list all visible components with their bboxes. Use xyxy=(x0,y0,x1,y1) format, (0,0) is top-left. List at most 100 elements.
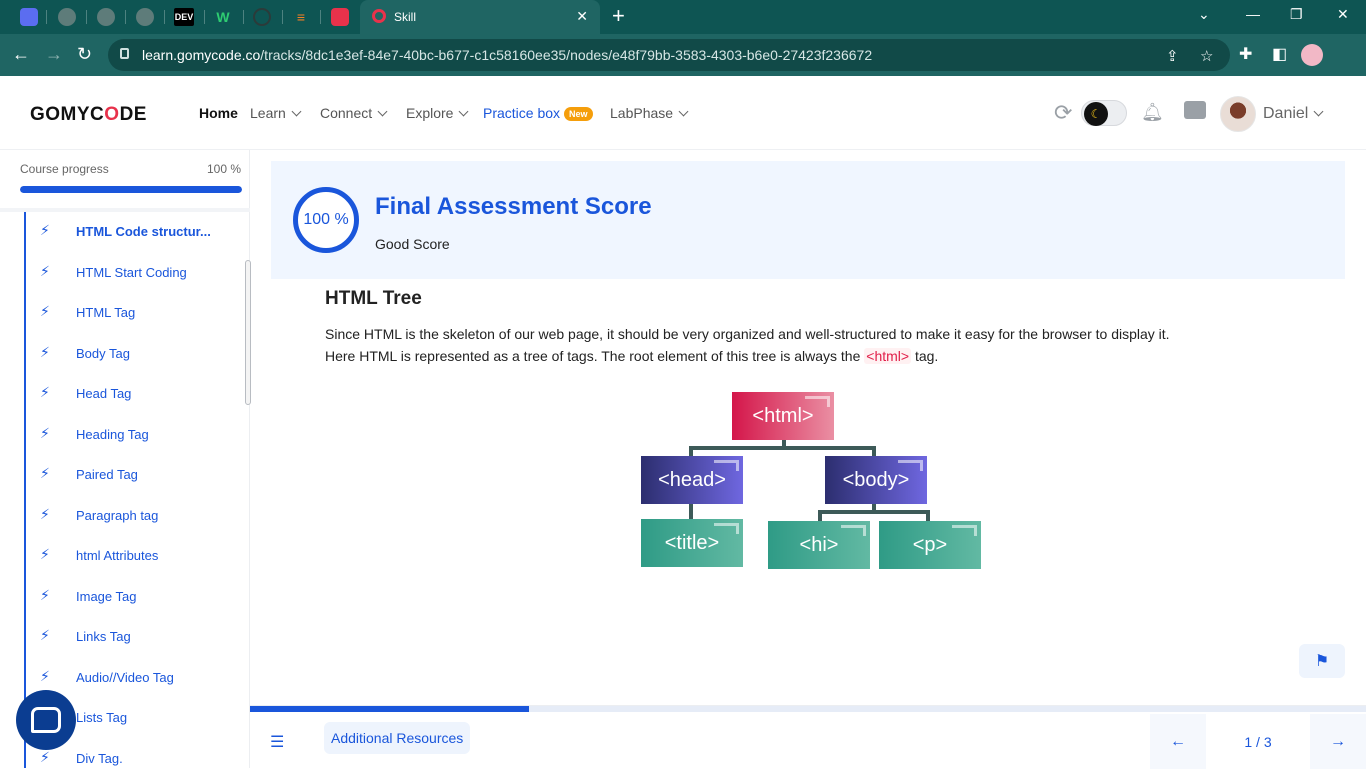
lightning-icon: ⚡︎ xyxy=(40,384,50,400)
tree-connector xyxy=(689,446,693,456)
side-panel-icon[interactable]: ◧ xyxy=(1272,44,1287,64)
lesson-item[interactable]: ⚡︎ html Attributes xyxy=(26,536,241,576)
score-subtitle: Good Score xyxy=(375,236,450,252)
course-progress-value: 100 % xyxy=(206,162,241,176)
dark-mode-toggle[interactable]: ☾ xyxy=(1081,100,1127,126)
restore-icon[interactable]: ❐ xyxy=(1290,6,1303,23)
course-progress-bar xyxy=(20,186,242,193)
previous-button[interactable]: ← xyxy=(1150,714,1206,769)
moon-icon: ☾ xyxy=(1084,102,1108,126)
lesson-item[interactable]: ⚡︎ Heading Tag xyxy=(26,415,241,455)
slide-progress-fill xyxy=(250,706,529,712)
nav-practice-box[interactable]: Practice box New xyxy=(483,105,593,122)
lightning-icon: ⚡︎ xyxy=(40,627,50,643)
dev-favicon-icon[interactable]: DEV xyxy=(174,8,194,26)
tree-node-p: <p> xyxy=(879,521,981,569)
report-flag-button[interactable]: ⚑ xyxy=(1299,644,1345,678)
tab-separator xyxy=(46,10,47,24)
lesson-item[interactable]: ⚡︎ Links Tag xyxy=(26,617,241,657)
lesson-item[interactable]: ⚡︎ HTML Code structur... xyxy=(26,212,241,252)
nav-explore[interactable]: Explore xyxy=(406,105,469,121)
lesson-label: Audio//Video Tag xyxy=(76,669,174,685)
extension-favicon-icon[interactable] xyxy=(331,8,349,26)
app-favicon-icon[interactable] xyxy=(20,8,38,26)
lesson-label: html Attributes xyxy=(76,548,159,563)
arrow-left-icon: ← xyxy=(1170,732,1186,750)
nav-learn[interactable]: Learn xyxy=(250,105,302,121)
new-badge: New xyxy=(564,107,593,121)
minimize-icon[interactable]: — xyxy=(1246,6,1260,22)
lesson-item[interactable]: ⚡︎ Image Tag xyxy=(26,577,241,617)
tree-connector xyxy=(689,504,693,519)
inline-code: <html> xyxy=(864,348,912,364)
list-menu-icon[interactable]: ☰ xyxy=(270,732,284,752)
lesson-item[interactable]: ⚡︎ Audio//Video Tag xyxy=(26,658,241,698)
nav-labphase[interactable]: LabPhase xyxy=(610,105,689,121)
lightning-icon: ⚡︎ xyxy=(40,586,50,603)
extensions-icon[interactable]: ✚ xyxy=(1239,44,1252,64)
user-menu[interactable]: Daniel xyxy=(1263,105,1324,123)
address-bar[interactable]: learn.gomycode.co/tracks/8dc1e3ef-84e7-4… xyxy=(108,39,1230,71)
lesson-item[interactable]: ⚡︎ Body Tag xyxy=(26,334,241,374)
browser-tab-bar: DEV W ≡ Skill ✕ + ⌄ — ❐ ✕ xyxy=(0,0,1366,34)
close-window-icon[interactable]: ✕ xyxy=(1337,6,1349,23)
active-tab[interactable]: Skill ✕ xyxy=(360,0,600,34)
chevron-down-icon xyxy=(459,106,469,117)
lesson-item[interactable]: ⚡︎ Paragraph tag xyxy=(26,496,241,536)
slide-progress-bar xyxy=(250,706,1366,712)
lightning-icon: ⚡︎ xyxy=(40,262,50,279)
w-favicon-icon[interactable]: W xyxy=(214,8,232,26)
score-banner: 100 % Final Assessment Score Good Score xyxy=(271,161,1345,279)
next-button[interactable]: → xyxy=(1310,714,1366,769)
back-icon[interactable]: ← xyxy=(12,44,30,64)
forward-icon[interactable]: → xyxy=(45,44,63,64)
nav-home[interactable]: Home xyxy=(199,105,238,121)
globe-icon[interactable] xyxy=(97,8,115,26)
sidebar-scrollbar[interactable] xyxy=(245,260,251,405)
tab-separator xyxy=(164,10,165,24)
lesson-label: Heading Tag xyxy=(76,426,149,442)
nav-connect[interactable]: Connect xyxy=(320,105,388,121)
paragraph: Here HTML is represented as a tree of ta… xyxy=(325,348,939,364)
messages-icon[interactable] xyxy=(1184,101,1206,119)
page-indicator: 1 / 3 xyxy=(1244,733,1272,750)
lightning-icon: ⚡︎ xyxy=(40,546,50,562)
lesson-item[interactable]: ⚡︎ Head Tag xyxy=(26,374,241,414)
course-sidebar: Course progress 100 % ⚡︎ HTML Code struct… xyxy=(0,150,251,768)
lesson-label: Paired Tag xyxy=(76,467,138,482)
lesson-item[interactable]: ⚡︎ HTML Start Coding xyxy=(26,253,241,293)
gomycode-logo[interactable]: GOMYCODE xyxy=(30,104,147,126)
chevron-down-icon xyxy=(1313,106,1324,117)
tree-node-body: <body> xyxy=(825,456,927,504)
site-header: GOMYCODE Home Learn Connect Explore Prac… xyxy=(0,76,1366,150)
browser-profile-avatar[interactable] xyxy=(1301,44,1323,66)
tab-search-icon[interactable]: ⌄ xyxy=(1198,6,1210,23)
tab-separator xyxy=(282,10,283,24)
globe-icon[interactable] xyxy=(136,8,154,26)
lesson-label: Body Tag xyxy=(76,345,130,361)
bookmark-star-icon[interactable]: ☆ xyxy=(1200,47,1213,65)
share-icon[interactable]: ⇪ xyxy=(1166,47,1179,65)
github-favicon-icon[interactable] xyxy=(253,8,271,26)
chevron-down-icon xyxy=(291,106,302,117)
lesson-label: Paragraph tag xyxy=(76,507,159,523)
arrow-right-icon: → xyxy=(1330,732,1346,750)
course-progress-fill xyxy=(20,186,242,193)
lock-icon xyxy=(120,48,129,59)
tree-connector xyxy=(926,510,930,521)
support-chat-button[interactable] xyxy=(16,690,76,750)
gomycode-favicon-icon xyxy=(372,9,386,23)
refresh-icon[interactable]: ⟳ xyxy=(1054,100,1072,126)
lesson-item[interactable]: ⚡︎ Paired Tag xyxy=(26,455,241,495)
stackoverflow-favicon-icon[interactable]: ≡ xyxy=(292,8,310,26)
globe-icon[interactable] xyxy=(58,8,76,26)
reload-icon[interactable]: ↻ xyxy=(77,44,92,64)
close-tab-icon[interactable]: ✕ xyxy=(576,8,588,25)
avatar[interactable] xyxy=(1220,96,1256,132)
lesson-item[interactable]: ⚡︎ HTML Tag xyxy=(26,293,241,333)
additional-resources-button[interactable]: Additional Resources xyxy=(324,722,471,754)
bell-icon[interactable]: 🔔︎ xyxy=(1141,102,1164,123)
new-tab-button[interactable]: + xyxy=(612,5,625,27)
lesson-list: ⚡︎ HTML Code structur... ⚡︎ HTML Start Codi… xyxy=(24,212,244,768)
tab-separator xyxy=(320,10,321,24)
